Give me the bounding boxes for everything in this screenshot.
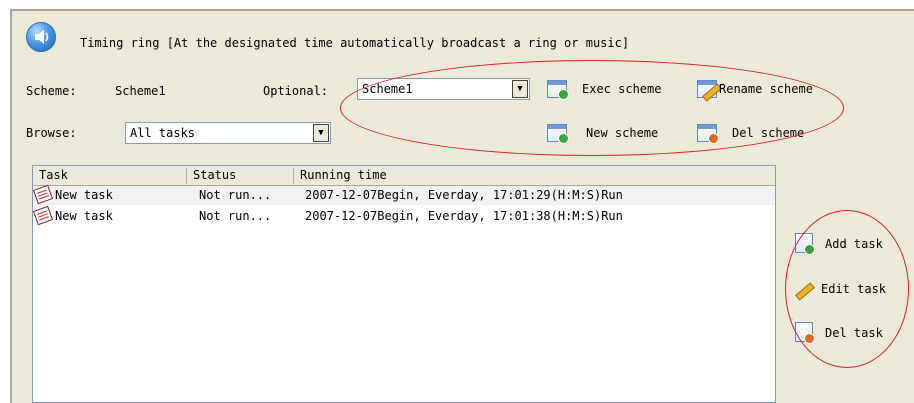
task-icon [32, 184, 54, 205]
scheme-label: Scheme: [26, 84, 77, 98]
task-name: New task [55, 188, 113, 202]
table-row[interactable]: New task Not run... 2007-12-07Begin, Eve… [32, 205, 775, 226]
speaker-icon [26, 22, 56, 52]
task-running-time: 2007-12-07Begin, Everday, 17:01:29(H:M:S… [305, 188, 623, 202]
scheme-value: Scheme1 [115, 84, 166, 98]
browse-label: Browse: [26, 126, 77, 140]
task-status: Not run... [199, 209, 272, 223]
page-title: Timing ring [At the designated time auto… [80, 36, 630, 50]
browse-select[interactable]: All tasks ▼ [125, 122, 331, 144]
task-list[interactable]: Task Status Running time New task Not ru… [32, 165, 776, 403]
column-header-status[interactable]: Status [187, 168, 294, 184]
table-row[interactable]: New task Not run... 2007-12-07Begin, Eve… [32, 184, 775, 205]
chevron-down-icon[interactable]: ▼ [313, 124, 329, 142]
column-header-task[interactable]: Task [33, 168, 187, 184]
task-running-time: 2007-12-07Begin, Everday, 17:01:38(H:M:S… [305, 209, 623, 223]
annotation-ellipse [340, 60, 844, 156]
browse-selected-value: All tasks [130, 126, 196, 140]
task-list-header: Task Status Running time [33, 166, 775, 186]
optional-label: Optional: [263, 84, 329, 98]
task-name: New task [55, 209, 113, 223]
annotation-ellipse [785, 210, 909, 368]
task-icon [32, 205, 54, 226]
task-status: Not run... [199, 188, 272, 202]
column-header-running-time[interactable]: Running time [294, 168, 776, 184]
